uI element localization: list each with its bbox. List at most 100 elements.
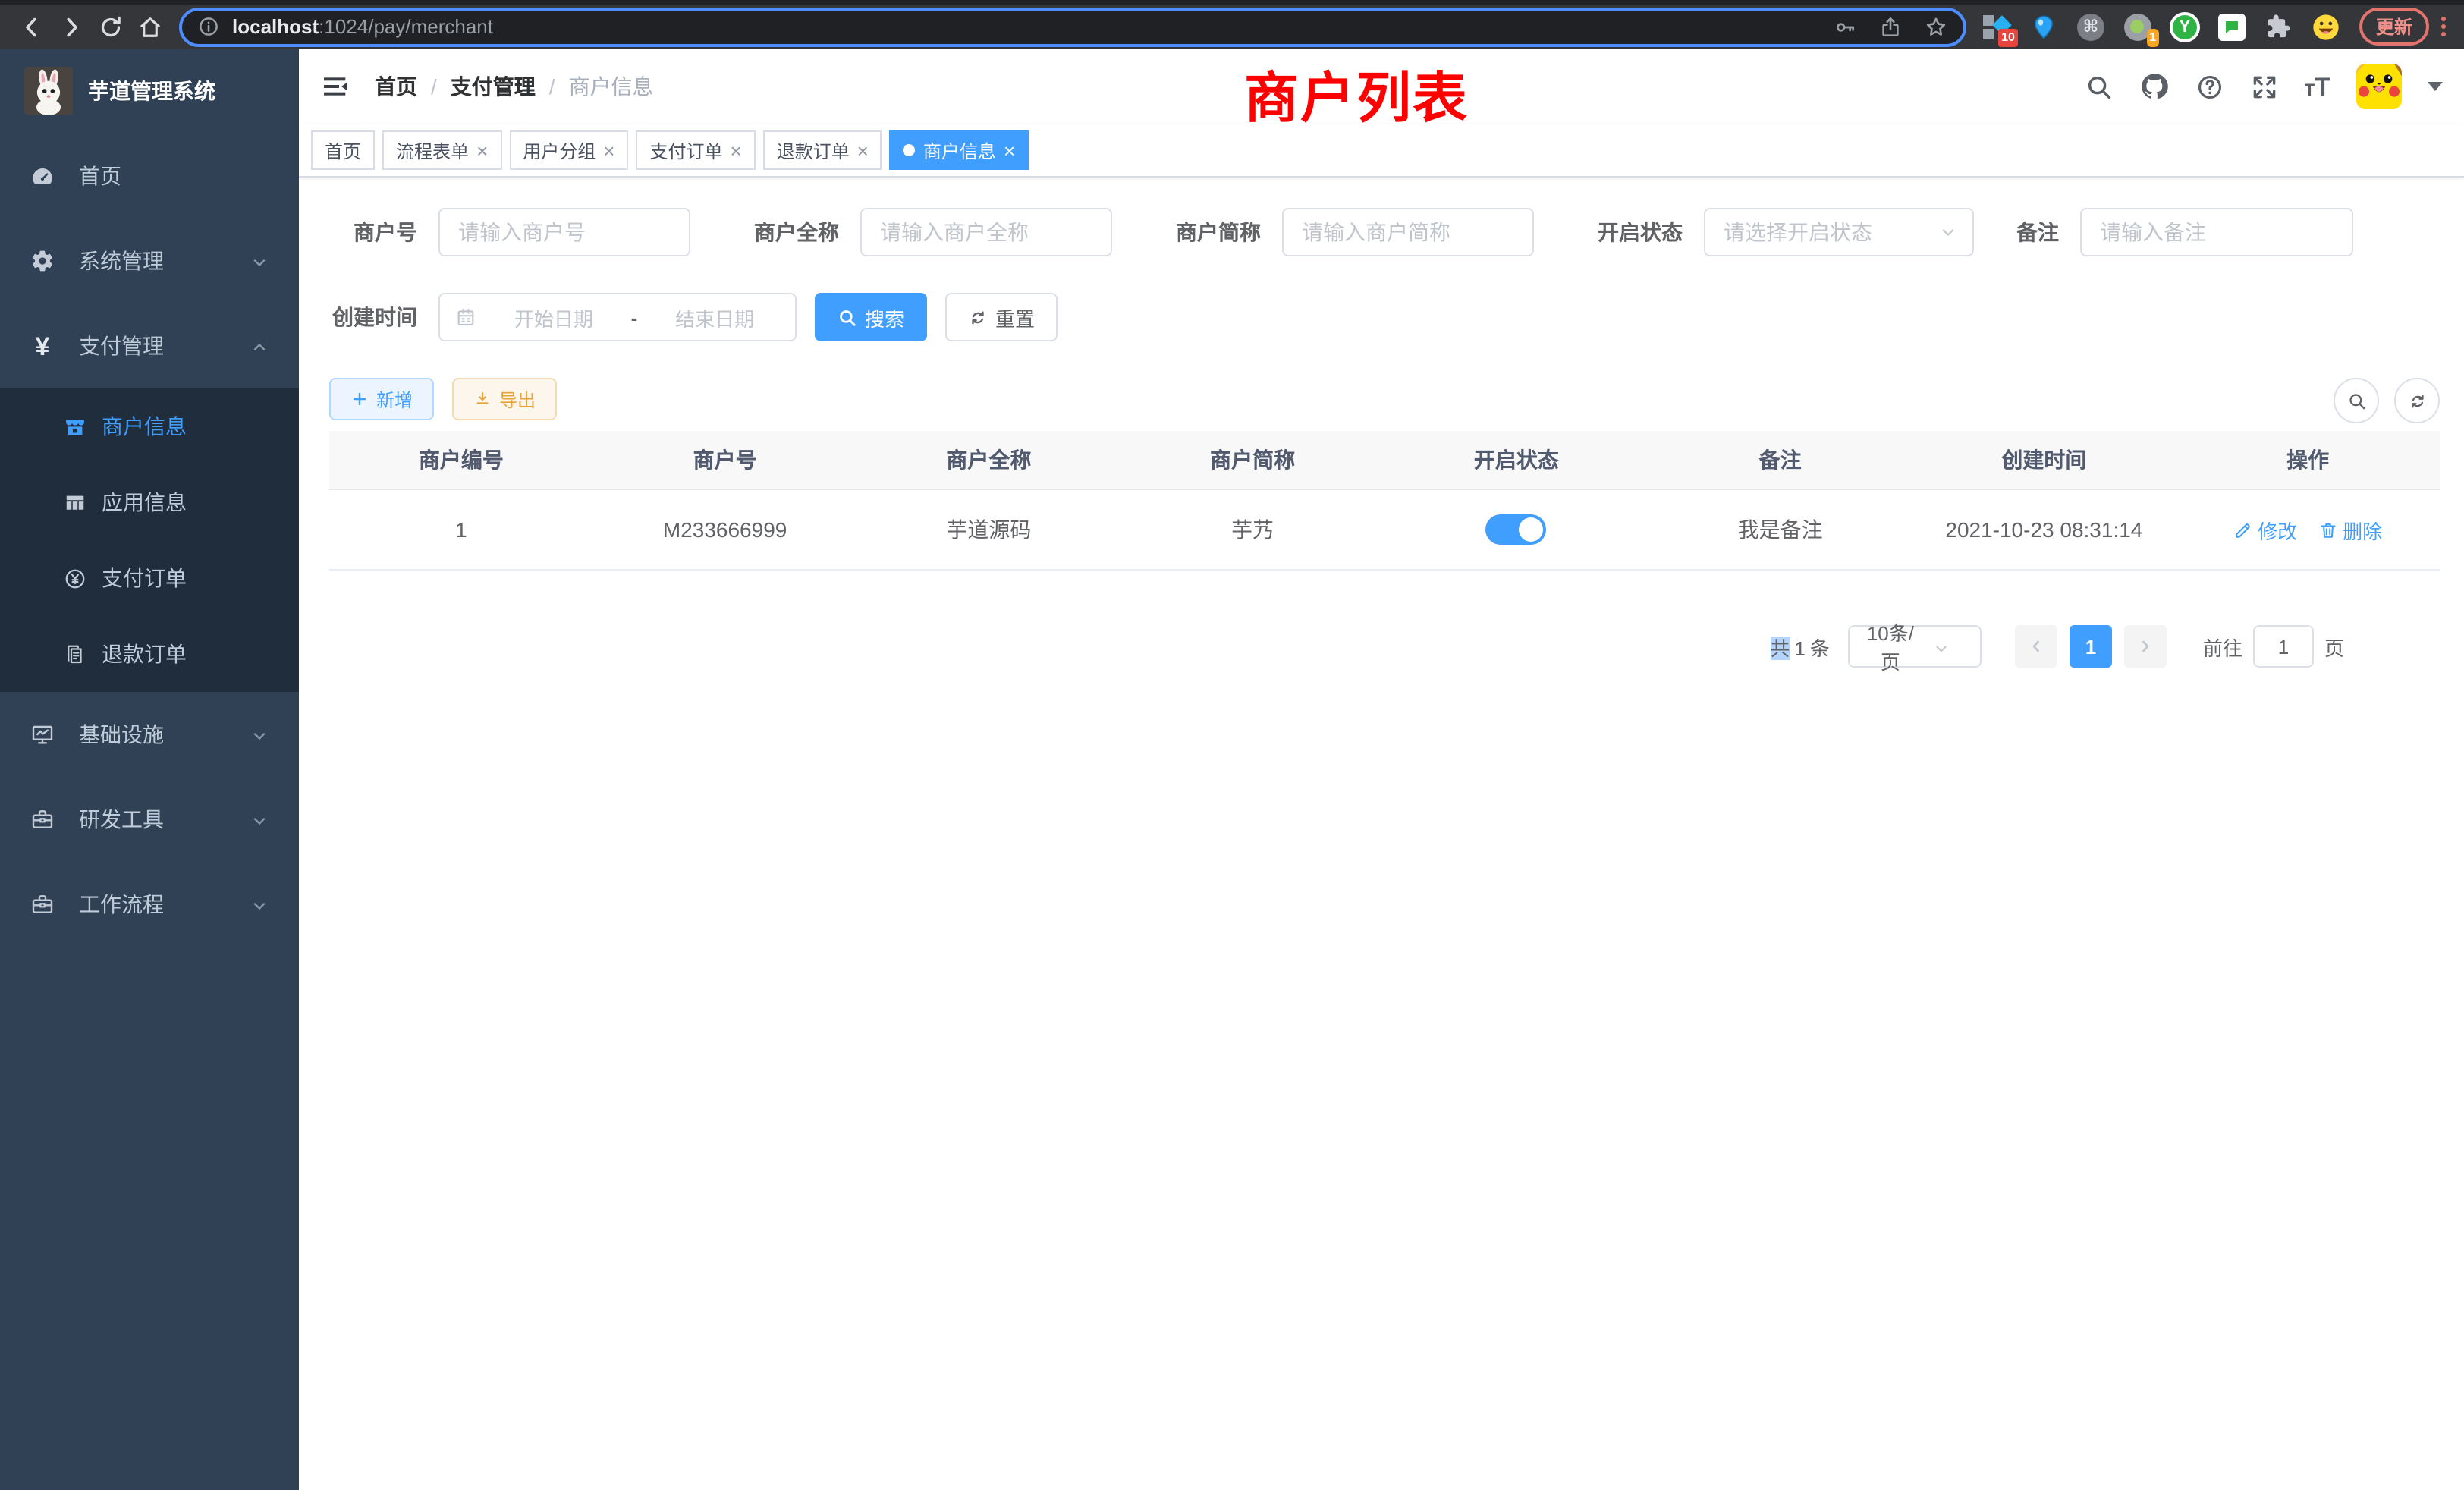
sidebar-item-dev-tools[interactable]: 研发工具 bbox=[0, 777, 299, 862]
browser-back-button[interactable] bbox=[12, 7, 52, 46]
user-avatar[interactable] bbox=[2356, 64, 2402, 109]
chevron-down-icon bbox=[1916, 635, 1968, 658]
extension-chat-icon[interactable] bbox=[2217, 11, 2247, 42]
goto-page-input[interactable] bbox=[2253, 625, 2314, 668]
next-page-button[interactable] bbox=[2124, 625, 2167, 668]
prev-page-button[interactable] bbox=[2015, 625, 2057, 668]
add-button[interactable]: 新增 bbox=[329, 378, 434, 420]
export-button[interactable]: 导出 bbox=[452, 378, 557, 420]
merchant-short-input[interactable] bbox=[1282, 208, 1534, 256]
browser-toolbar: localhost:1024/pay/merchant 10 ⌘ bbox=[0, 0, 2464, 49]
sidebar: 芋道管理系统 首页 系统管理 bbox=[0, 49, 299, 1490]
breadcrumb-home[interactable]: 首页 bbox=[375, 71, 417, 102]
sidebar-item-pay-order[interactable]: 支付订单 bbox=[0, 540, 299, 616]
reset-button[interactable]: 重置 bbox=[945, 293, 1058, 341]
tab-pay-order[interactable]: 支付订单 × bbox=[636, 130, 755, 170]
edit-link[interactable]: 修改 bbox=[2233, 515, 2297, 544]
sidebar-item-infra[interactable]: 基础设施 bbox=[0, 692, 299, 777]
filter-row-2: 创建时间 开始日期 - 结束日期 搜索 bbox=[329, 293, 2440, 341]
tab-merchant-info[interactable]: 商户信息 × bbox=[890, 130, 1029, 170]
sidebar-item-app-info[interactable]: 应用信息 bbox=[0, 464, 299, 540]
pagination: 共1条 10条/页 1 前往 bbox=[329, 625, 2344, 668]
page-size-select[interactable]: 10条/页 bbox=[1848, 625, 1982, 668]
extension-pin-icon[interactable] bbox=[2029, 11, 2059, 42]
sidebar-item-merchant-info[interactable]: 商户信息 bbox=[0, 388, 299, 464]
tab-process-form[interactable]: 流程表单 × bbox=[382, 130, 501, 170]
grid-icon bbox=[62, 490, 86, 514]
gear-icon bbox=[30, 249, 55, 273]
close-icon[interactable]: × bbox=[476, 140, 488, 160]
chevron-down-icon bbox=[250, 892, 269, 916]
yen-circle-icon bbox=[62, 566, 86, 590]
close-icon[interactable]: × bbox=[857, 140, 869, 160]
profile-emoji-icon[interactable] bbox=[2311, 11, 2341, 42]
remark-input[interactable] bbox=[2080, 208, 2353, 256]
fullscreen-icon[interactable] bbox=[2250, 72, 2279, 101]
table-row: 1 M233666999 芋道源码 芋艿 我是备注 2021-10-23 08:… bbox=[329, 490, 2440, 571]
status-switch[interactable] bbox=[1486, 514, 1547, 545]
create-time-range-picker[interactable]: 开始日期 - 结束日期 bbox=[438, 293, 797, 341]
remark-label: 备注 bbox=[2016, 217, 2059, 247]
close-icon[interactable]: × bbox=[603, 140, 614, 160]
search-button[interactable]: 搜索 bbox=[815, 293, 927, 341]
sidebar-item-workflow[interactable]: 工作流程 bbox=[0, 862, 299, 947]
merchant-name-input[interactable] bbox=[860, 208, 1112, 256]
browser-forward-button[interactable] bbox=[52, 7, 91, 46]
merchant-name-label: 商户全称 bbox=[733, 217, 839, 247]
extension-tampermonkey-icon[interactable]: 10 bbox=[1982, 11, 2012, 42]
delete-link[interactable]: 删除 bbox=[2318, 515, 2382, 544]
app-logo[interactable]: 芋道管理系统 bbox=[0, 49, 299, 134]
sidebar-collapse-icon[interactable] bbox=[320, 71, 350, 102]
font-size-icon[interactable]: TT bbox=[2305, 74, 2330, 99]
chevron-up-icon bbox=[250, 334, 269, 358]
status-select[interactable]: 请选择开启状态 bbox=[1704, 208, 1974, 256]
extension-circle-icon[interactable]: 1 bbox=[2123, 11, 2153, 42]
arrow-left-icon bbox=[18, 13, 46, 40]
merchant-no-input[interactable] bbox=[438, 208, 690, 256]
browser-update-button[interactable]: 更新 bbox=[2359, 8, 2429, 46]
browser-home-button[interactable] bbox=[130, 7, 170, 46]
sidebar-item-system[interactable]: 系统管理 bbox=[0, 218, 299, 303]
toggle-search-button[interactable] bbox=[2334, 378, 2379, 423]
filter-row-1: 商户号 商户全称 商户简称 开启状态 请选择开启状态 bbox=[329, 208, 2440, 256]
chevron-down-icon bbox=[250, 249, 269, 273]
refresh-table-button[interactable] bbox=[2394, 378, 2440, 423]
avatar-dropdown-caret-icon[interactable] bbox=[2428, 82, 2443, 91]
close-icon[interactable]: × bbox=[1004, 140, 1015, 160]
page-unit-label: 页 bbox=[2324, 632, 2344, 661]
site-info-icon[interactable] bbox=[197, 15, 220, 38]
cell-create-time: 2021-10-23 08:31:14 bbox=[1912, 517, 2176, 542]
merchant-table: 商户编号 商户号 商户全称 商户简称 开启状态 备注 创建时间 操作 1 M23… bbox=[329, 431, 2440, 571]
tab-refund-order[interactable]: 退款订单 × bbox=[763, 130, 882, 170]
close-icon[interactable]: × bbox=[731, 140, 742, 160]
address-bar[interactable]: localhost:1024/pay/merchant bbox=[179, 7, 1966, 46]
monitor-icon bbox=[30, 722, 55, 747]
password-key-icon[interactable] bbox=[1833, 14, 1857, 39]
reload-icon bbox=[97, 13, 124, 40]
browser-menu-icon[interactable] bbox=[2435, 17, 2452, 36]
cell-short-name: 芋艿 bbox=[1120, 514, 1384, 545]
screen: localhost:1024/pay/merchant 10 ⌘ bbox=[0, 0, 2464, 1490]
extensions-puzzle-icon[interactable] bbox=[2264, 11, 2294, 42]
search-icon[interactable] bbox=[2085, 72, 2114, 101]
tab-home[interactable]: 首页 bbox=[311, 130, 375, 170]
github-icon[interactable] bbox=[2139, 71, 2170, 102]
sidebar-item-refund-order[interactable]: 退款订单 bbox=[0, 616, 299, 692]
dashboard-icon bbox=[30, 164, 55, 188]
tab-user-group[interactable]: 用户分组 × bbox=[509, 130, 628, 170]
sidebar-item-payment[interactable]: ¥ 支付管理 bbox=[0, 303, 299, 388]
page-number-1[interactable]: 1 bbox=[2070, 625, 2112, 668]
bookmark-star-icon[interactable] bbox=[1924, 14, 1948, 39]
breadcrumb-payment[interactable]: 支付管理 bbox=[451, 71, 536, 102]
cell-merchant-no: M233666999 bbox=[593, 517, 857, 542]
url-path: :1024/pay/merchant bbox=[319, 15, 493, 38]
status-label: 开启状态 bbox=[1576, 217, 1683, 247]
create-time-label: 创建时间 bbox=[329, 302, 417, 332]
sidebar-item-home[interactable]: 首页 bbox=[0, 134, 299, 218]
download-icon bbox=[473, 390, 492, 408]
browser-reload-button[interactable] bbox=[91, 7, 130, 46]
extension-y-icon[interactable]: Y bbox=[2170, 11, 2200, 42]
help-icon[interactable] bbox=[2195, 72, 2224, 101]
extension-command-icon[interactable]: ⌘ bbox=[2076, 11, 2106, 42]
share-icon[interactable] bbox=[1878, 14, 1903, 39]
